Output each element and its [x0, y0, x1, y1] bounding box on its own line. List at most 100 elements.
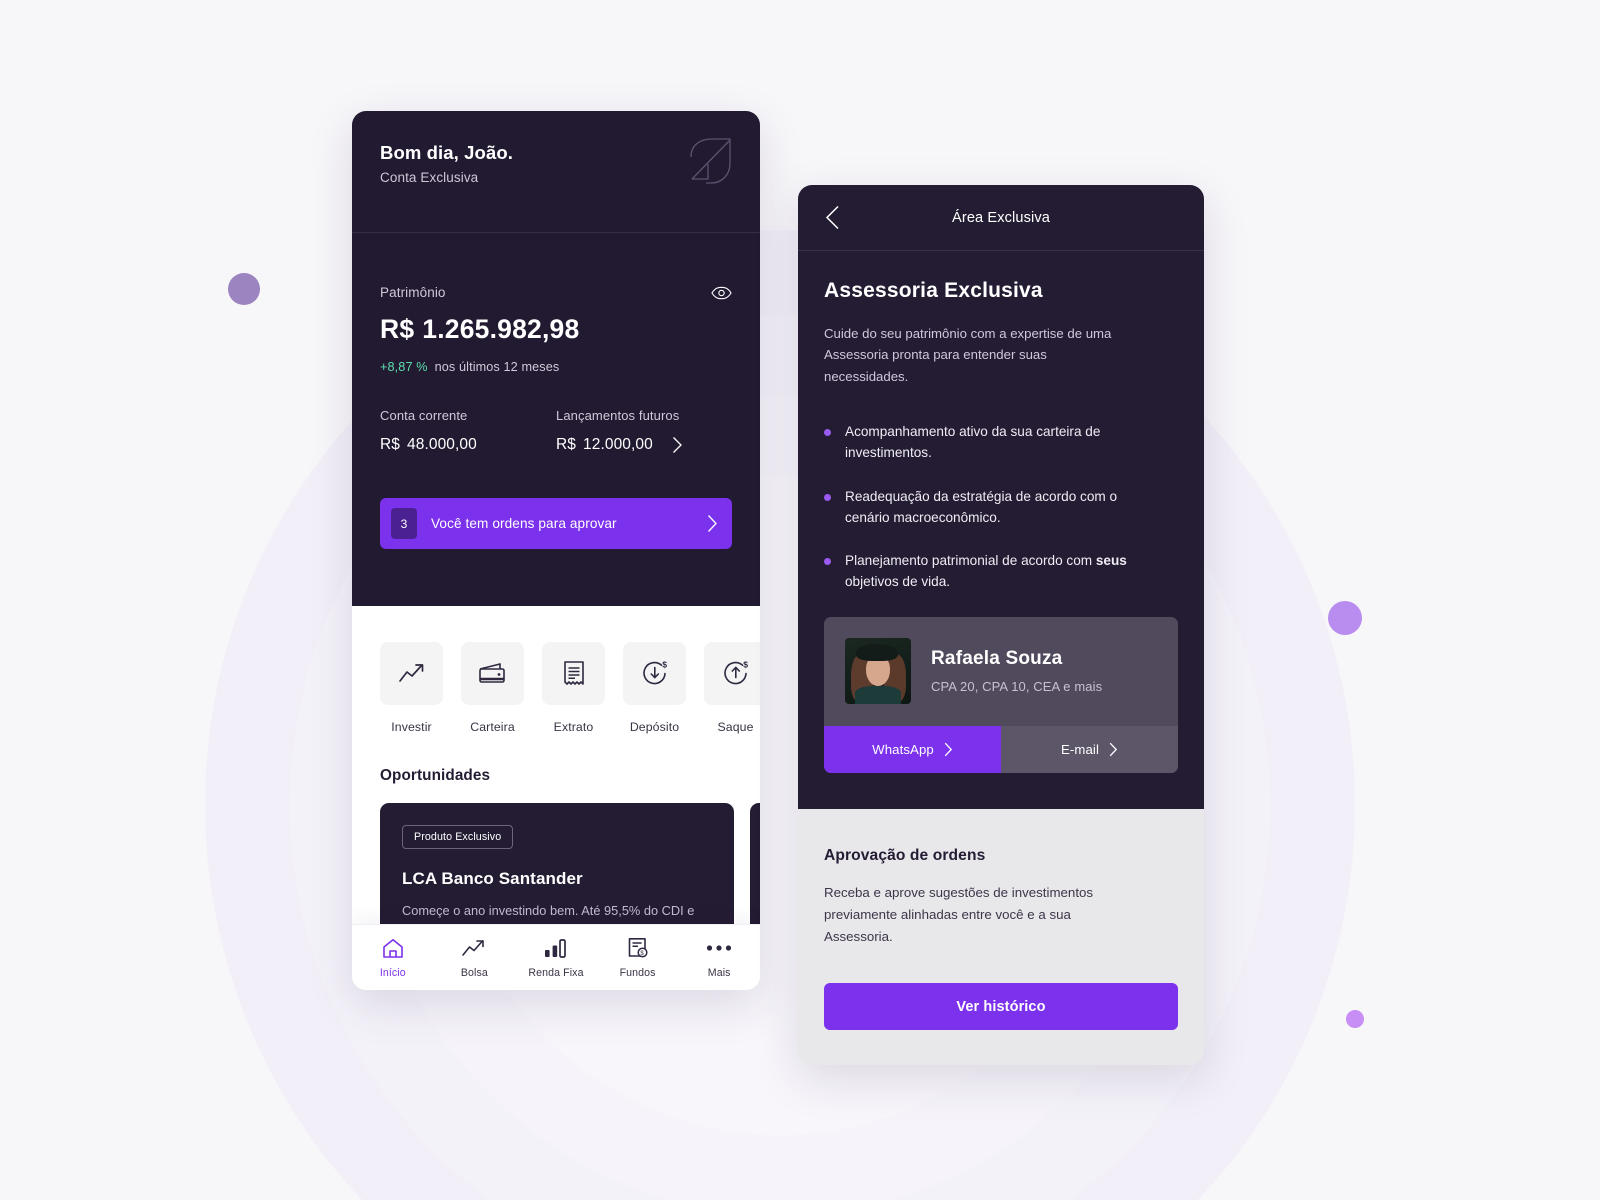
orders-section-title: Aprovação de ordens — [824, 847, 986, 865]
advisor-certifications: CPA 20, CPA 10, CEA e mais — [931, 679, 1103, 695]
home-dark-section: Bom dia, João. Conta Exclusiva Patrimôni… — [352, 111, 760, 606]
more-dots-icon — [707, 945, 732, 951]
decorative-dot-right — [1328, 601, 1362, 635]
nav-item-mais[interactable]: Mais — [678, 937, 760, 979]
nav-label: Mais — [707, 966, 731, 979]
nav-label: Início — [379, 966, 406, 979]
balance-amount: R$ 1.265.982,98 — [380, 314, 732, 345]
advisor-avatar — [845, 638, 911, 705]
list-item: Planejamento patrimonial de acordo com s… — [824, 550, 1178, 592]
chevron-left-icon[interactable] — [825, 205, 840, 230]
benefit-text: Acompanhamento ativo da sua carteira de … — [845, 424, 1101, 461]
list-item: Readequação da estratégia de acordo com … — [824, 486, 1178, 528]
wallet-icon — [479, 662, 505, 683]
money-out-icon: $ — [723, 660, 748, 684]
nav-icon-wrap: $ — [627, 937, 649, 960]
balance-delta-desc: nos últimos 12 meses — [434, 360, 560, 374]
quick-action-deposito[interactable]: $ Depósito — [623, 642, 686, 734]
opportunity-name: LCA Banco Santander — [402, 869, 583, 888]
nav-label: Bolsa — [460, 966, 488, 979]
nav-icon-wrap — [543, 937, 568, 960]
orders-banner-text: Você tem ordens para aprovar — [431, 516, 617, 531]
money-in-icon: $ — [642, 660, 667, 684]
nav-icon-wrap — [706, 937, 732, 960]
future-value: 12.000,00 — [583, 436, 653, 453]
view-history-button[interactable]: Ver histórico — [824, 983, 1178, 1031]
quick-action-label: Extrato — [553, 720, 594, 734]
home-icon — [382, 938, 403, 958]
quick-action-carteira[interactable]: Carteira — [461, 642, 524, 734]
svg-text:$: $ — [662, 660, 667, 670]
checking-currency: R$ — [380, 436, 401, 453]
nav-label: Renda Fixa — [528, 966, 584, 979]
exclusive-body: Assessoria Exclusiva Cuide do seu patrim… — [798, 251, 1204, 774]
phone-exclusive-area-screen: Área Exclusiva Assessoria Exclusiva Cuid… — [798, 185, 1204, 1065]
orders-approval-section: Aprovação de ordens Receba e aprove suge… — [798, 809, 1204, 1031]
chevron-right-icon — [944, 743, 952, 757]
checking-label: Conta corrente — [380, 408, 468, 423]
balance-delta-pct: +8,87 % — [380, 360, 428, 374]
decorative-dot-bottom-right — [1346, 1010, 1364, 1028]
benefit-text-rich: Planejamento patrimonial de acordo com s… — [845, 550, 1155, 592]
page-title: Área Exclusiva — [952, 209, 1050, 226]
quick-action-investir[interactable]: Investir — [380, 642, 443, 734]
exclusive-dark-section: Área Exclusiva Assessoria Exclusiva Cuid… — [798, 185, 1204, 810]
eye-icon[interactable] — [711, 286, 732, 300]
avatar-body — [855, 686, 901, 705]
quick-action-label: Saque — [717, 720, 754, 734]
trending-up-icon — [398, 663, 423, 682]
advisor-name: Rafaela Souza — [931, 648, 1063, 670]
fund-document-icon: $ — [628, 938, 648, 958]
opportunities-title: Oportunidades — [380, 767, 491, 784]
whatsapp-label: WhatsApp — [872, 742, 934, 758]
nav-item-inicio[interactable]: Início — [352, 937, 434, 979]
quick-action-tile — [461, 642, 524, 705]
dark-section-spacer — [352, 549, 760, 606]
sub-balances: Conta corrente R$ 48.000,00 Lançamentos f… — [380, 408, 732, 454]
quick-action-saque[interactable]: $ Saque — [704, 642, 760, 734]
benefit-suffix: objetivos de vida. — [845, 574, 951, 590]
trending-up-icon — [462, 939, 485, 956]
opportunity-description: Começe o ano investindo bem. Até 95,5% d… — [402, 903, 695, 918]
chevron-right-icon — [1109, 743, 1118, 757]
orders-section-text: Receba e aprove sugestões de investiment… — [824, 885, 1094, 944]
whatsapp-button[interactable]: WhatsApp — [824, 726, 1001, 774]
future-label: Lançamentos futuros — [556, 408, 680, 423]
quick-action-extrato[interactable]: Extrato — [542, 642, 605, 734]
svg-text:$: $ — [743, 660, 748, 670]
checking-value-row: R$ 48.000,00 — [380, 436, 556, 454]
chevron-right-icon — [708, 515, 717, 532]
email-label: E-mail — [1061, 742, 1099, 758]
advisor-profile: Rafaela Souza CPA 20, CPA 10, CEA e mais — [824, 617, 1178, 726]
nav-item-renda-fixa[interactable]: Renda Fixa — [515, 937, 597, 979]
nav-label: Fundos — [619, 966, 656, 979]
quick-action-label: Depósito — [629, 720, 680, 734]
quick-action-label: Investir — [391, 720, 432, 734]
sub-balance-checking: Conta corrente R$ 48.000,00 — [380, 408, 556, 454]
email-button[interactable]: E-mail — [1001, 726, 1178, 774]
checking-value: 48.000,00 — [407, 436, 477, 453]
quick-action-tile: $ — [704, 642, 760, 705]
bottom-navigation: Início Bolsa Renda Fixa $ Fundos Mais — [352, 924, 760, 990]
brand-leaf-logo — [690, 138, 731, 184]
future-currency: R$ — [556, 436, 577, 453]
exclusive-dark-spacer — [798, 773, 1204, 809]
nav-item-bolsa[interactable]: Bolsa — [434, 937, 516, 979]
benefit-prefix: Planejamento patrimonial de acordo com — [845, 552, 1096, 568]
chevron-right-icon[interactable] — [672, 436, 683, 454]
quick-action-tile: $ — [623, 642, 686, 705]
benefit-text: Readequação da estratégia de acordo com … — [845, 488, 1118, 525]
hero-subtitle: Cuide do seu patrimônio com a expertise … — [824, 326, 1112, 384]
orders-approval-banner[interactable]: 3 Você tem ordens para aprovar — [380, 498, 732, 549]
nav-icon-wrap — [461, 937, 487, 960]
nav-item-fundos[interactable]: $ Fundos — [597, 937, 679, 979]
avatar-hat — [856, 644, 898, 662]
sub-balance-future[interactable]: Lançamentos futuros R$ 12.000,00 — [556, 408, 732, 454]
exclusive-product-chip: Produto Exclusivo — [402, 825, 514, 849]
bullet-dot-icon — [824, 429, 831, 437]
quick-action-tile — [380, 642, 443, 705]
opportunities-carousel[interactable]: Produto Exclusivo LCA Banco Santander Co… — [352, 785, 760, 945]
bullet-dot-icon — [824, 493, 831, 501]
home-header: Bom dia, João. Conta Exclusiva — [352, 111, 760, 233]
balance-label: Patrimônio — [380, 285, 446, 300]
